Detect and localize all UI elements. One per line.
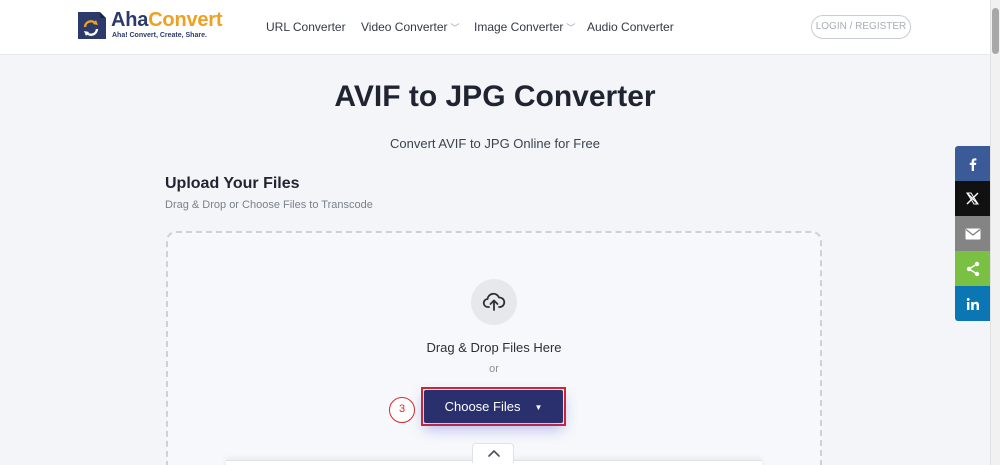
social-share-bar: [955, 146, 990, 321]
share-email-button[interactable]: [955, 216, 990, 251]
page-subtitle: Convert AVIF to JPG Online for Free: [389, 136, 600, 151]
linkedin-icon: [966, 297, 979, 310]
collapse-toggle[interactable]: [472, 443, 514, 463]
page-scrollbar[interactable]: [990, 0, 1000, 465]
facebook-icon: [969, 157, 976, 171]
site-header: AhaConvert Aha! Convert, Create, Share. …: [0, 0, 990, 55]
chevron-up-icon: [488, 450, 500, 457]
share-icon: [966, 261, 979, 276]
upload-heading: Upload Your Files: [165, 175, 300, 192]
cloud-upload-icon: [482, 292, 506, 311]
scrollbar-thumb[interactable]: [992, 8, 999, 54]
page-title: AVIF to JPG Converter: [334, 80, 656, 113]
or-separator: or: [489, 363, 499, 375]
brand-tagline: Aha! Convert, Create, Share.: [112, 32, 207, 39]
share-linkedin-button[interactable]: [955, 286, 990, 321]
logo-mark-icon: [78, 12, 106, 39]
upload-icon-circle: [471, 279, 517, 325]
chevron-down-icon: ﹀: [566, 23, 576, 33]
brand-logo[interactable]: AhaConvert Aha! Convert, Create, Share.: [76, 9, 226, 46]
drop-instruction: Drag & Drop Files Here: [426, 340, 562, 355]
share-generic-button[interactable]: [955, 251, 990, 286]
x-icon: [966, 192, 979, 205]
nav-video-converter[interactable]: Video Converter ﹀: [361, 20, 460, 34]
step-number-badge: 3: [389, 397, 415, 423]
choose-files-button[interactable]: Choose Files ▼: [424, 390, 563, 423]
chevron-down-icon: ﹀: [450, 23, 460, 33]
nav-image-converter[interactable]: Image Converter ﹀: [474, 20, 575, 34]
caret-down-icon: ▼: [534, 403, 543, 412]
nav-audio-converter[interactable]: Audio Converter: [587, 20, 674, 34]
choose-files-label: Choose Files: [444, 399, 521, 414]
brand-name: AhaConvert: [111, 9, 223, 31]
upload-subheading: Drag & Drop or Choose Files to Transcode: [165, 199, 373, 211]
share-facebook-button[interactable]: [955, 146, 990, 181]
nav-url-converter[interactable]: URL Converter: [266, 20, 346, 34]
share-x-button[interactable]: [955, 181, 990, 216]
mail-icon: [965, 228, 980, 239]
login-register-button[interactable]: LOGIN / REGISTER: [811, 15, 911, 39]
